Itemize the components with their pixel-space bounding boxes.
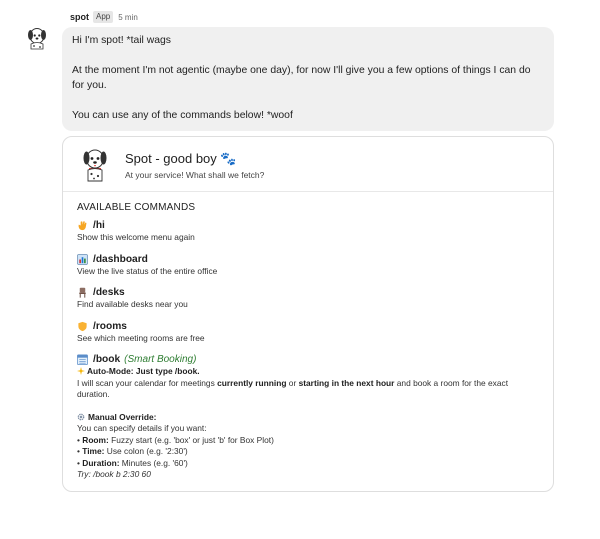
command-desks: /desks Find available desks near you <box>77 286 541 311</box>
smart-booking-note: (Smart Booking) <box>124 354 197 365</box>
command-desc: Find available desks near you <box>77 299 188 309</box>
room-text: Fuzzy start (e.g. 'box' or just 'b' for … <box>108 434 274 445</box>
sparkle-icon <box>77 367 85 375</box>
chair-icon <box>79 287 86 298</box>
room-label: Room: <box>82 434 109 445</box>
scan-text: I will scan your calendar for meetings <box>77 377 218 388</box>
sender-name[interactable]: spot <box>70 12 89 22</box>
message-time: 5 min <box>118 12 138 22</box>
command-name[interactable]: /book <box>93 354 120 365</box>
message-header: spot App 5 min <box>62 10 554 24</box>
app-badge: App <box>93 11 114 23</box>
scan-text: or <box>286 377 299 388</box>
auto-mode-text: Just type /book. <box>133 366 200 376</box>
command-dashboard: /dashboard View the live status of the e… <box>77 253 541 278</box>
message-bubble: Hi I'm spot! *tail wags At the moment I'… <box>62 27 554 131</box>
card-body: AVAILABLE COMMANDS /hi Show this welcome… <box>63 192 553 491</box>
command-rooms: /rooms See which meeting rooms are free <box>77 320 541 345</box>
command-book: /book (Smart Booking) Auto-Mode: Just ty… <box>77 353 541 481</box>
command-desc: View the live status of the entire offic… <box>77 265 218 276</box>
scan-description: I will scan your calendar for meetings c… <box>77 378 541 401</box>
command-name[interactable]: /rooms <box>93 321 127 332</box>
command-name[interactable]: /desks <box>93 287 125 298</box>
spot-avatar[interactable] <box>26 26 48 50</box>
card-title: Spot - good boy 🐾 <box>125 151 237 166</box>
time-text: Use colon (e.g. '2:30') <box>104 446 188 456</box>
command-desc: See which meeting rooms are free <box>77 332 205 343</box>
time-option: • Time: Use colon (e.g. '2:30') <box>77 446 188 456</box>
card-subtitle: At your service! What shall we fetch? <box>125 170 265 180</box>
commands-card: Spot - good boy 🐾 At your service! What … <box>62 136 554 492</box>
dog-icon <box>83 149 107 182</box>
room-option: • Room: Fuzzy start (e.g. 'box' or just … <box>77 434 274 445</box>
manual-override-line: Manual Override: <box>77 412 541 424</box>
card-header: Spot - good boy 🐾 At your service! What … <box>63 137 553 192</box>
scan-bold: starting in the next hour <box>298 377 395 388</box>
auto-mode-label: Auto-Mode: <box>87 366 134 376</box>
message-line: At the moment I'm not agentic (maybe one… <box>72 65 531 91</box>
time-label: Time: <box>82 446 105 456</box>
command-name[interactable]: /hi <box>93 220 105 231</box>
chart-icon <box>77 253 88 265</box>
gear-icon <box>77 413 85 420</box>
shield-icon <box>78 321 87 331</box>
duration-option: • Duration: Minutes (e.g. '60') <box>77 457 188 468</box>
chat-message: spot App 5 min Hi I'm spot! *tail wags A… <box>62 10 554 492</box>
message-line: You can use any of the commands below! *… <box>72 110 293 121</box>
try-example: Try: /book b 2:30 60 <box>77 469 151 479</box>
manual-intro: You can specify details if you want: <box>77 423 207 433</box>
message-line: Hi I'm spot! *tail wags <box>72 35 171 46</box>
manual-override-label: Manual Override: <box>88 411 157 422</box>
scan-bold: currently running <box>217 377 287 388</box>
command-hi: /hi Show this welcome menu again <box>77 219 541 244</box>
duration-label: Duration: <box>82 457 120 468</box>
command-name[interactable]: /dashboard <box>93 254 148 265</box>
section-title: AVAILABLE COMMANDS <box>77 202 196 213</box>
command-desc: Show this welcome menu again <box>77 232 195 242</box>
auto-mode-line: Auto-Mode: Just type /book. <box>77 366 541 378</box>
calendar-icon <box>77 354 88 365</box>
wave-hand-icon <box>78 221 87 231</box>
duration-text: Minutes (e.g. '60') <box>119 457 188 468</box>
